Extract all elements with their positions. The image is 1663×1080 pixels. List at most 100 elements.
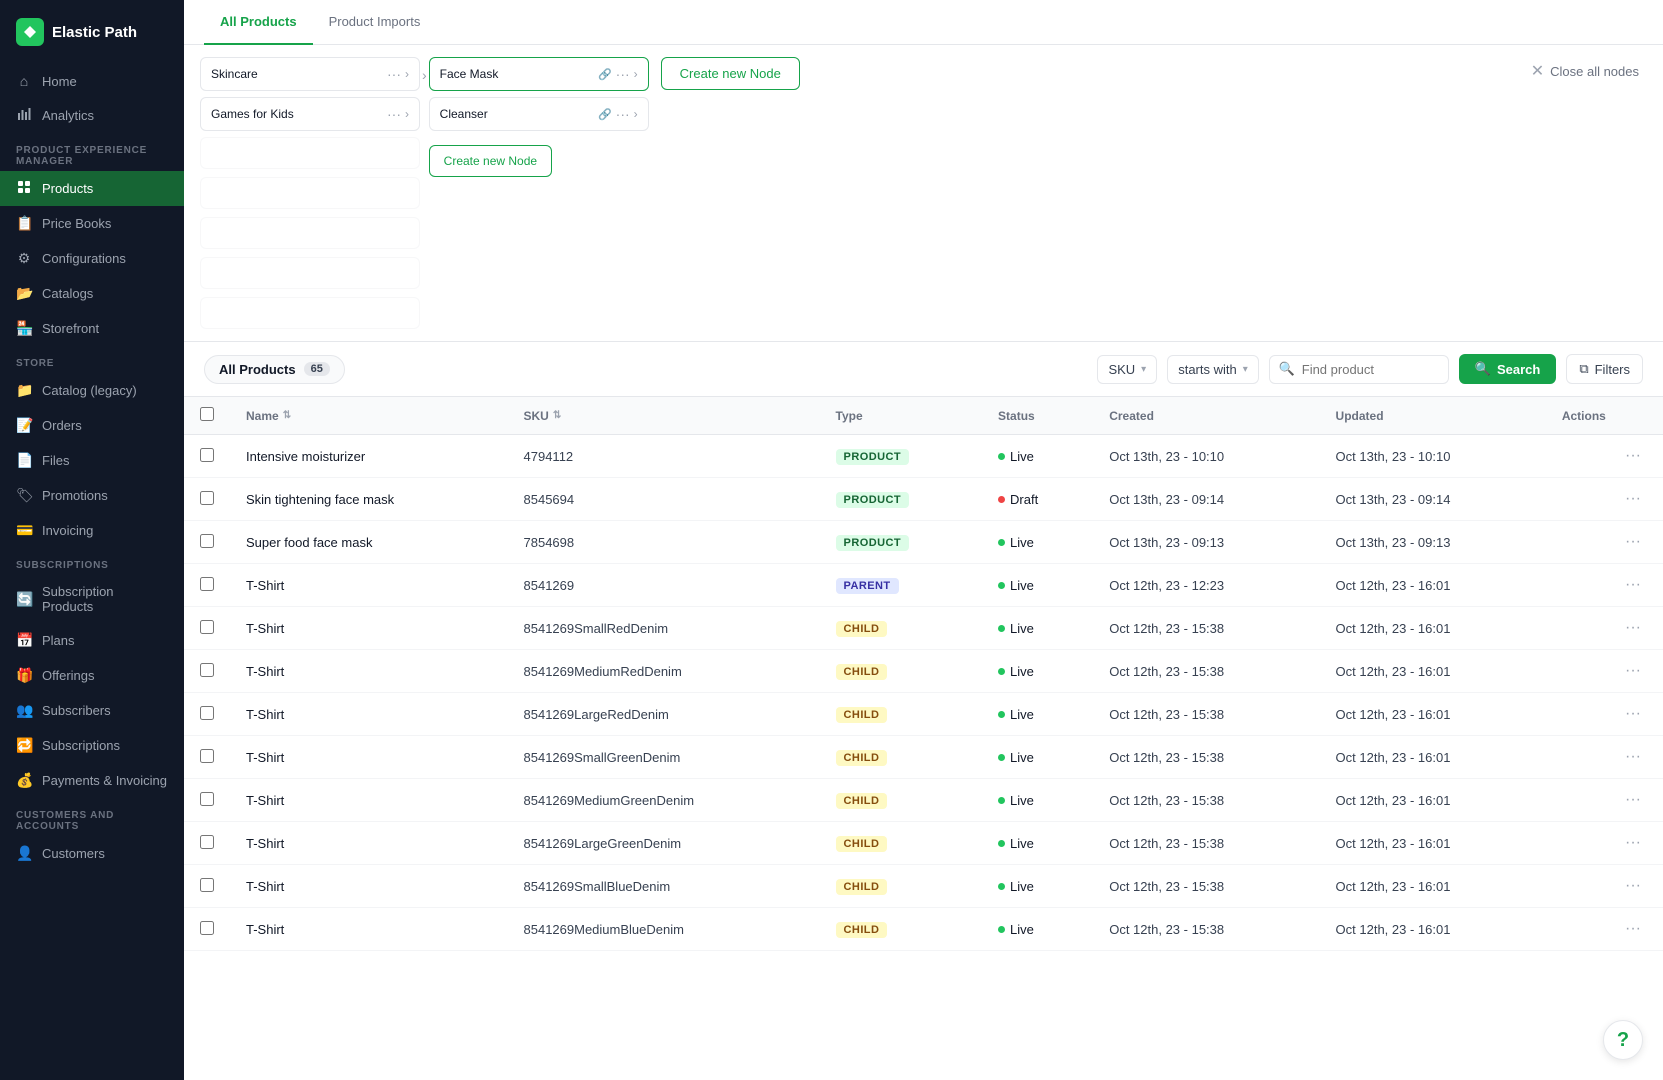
row-status-1: Draft <box>982 478 1093 521</box>
row-checkbox-9[interactable] <box>200 835 214 849</box>
sidebar-item-offerings[interactable]: 🎁 Offerings <box>0 658 184 693</box>
th-name-sort[interactable]: Name ⇅ <box>246 409 492 423</box>
sidebar-item-catalog-legacy[interactable]: 📁 Catalog (legacy) <box>0 373 184 408</box>
row-status-dot-10 <box>998 883 1005 890</box>
row-menu-btn-4[interactable]: ··· <box>1619 617 1647 639</box>
th-status-label: Status <box>998 409 1035 423</box>
row-menu-btn-1[interactable]: ··· <box>1619 488 1647 510</box>
sku-select[interactable]: SKU ▾ <box>1097 355 1157 384</box>
close-nodes-label: Close all nodes <box>1550 64 1639 79</box>
row-menu-btn-10[interactable]: ··· <box>1619 875 1647 897</box>
create-node-btn-col2[interactable]: Create new Node <box>429 145 552 177</box>
subscriptions-icon: 🔁 <box>16 737 32 754</box>
price-books-icon: 📋 <box>16 215 32 232</box>
row-menu-btn-2[interactable]: ··· <box>1619 531 1647 553</box>
sidebar-item-files-label: Files <box>42 453 69 468</box>
skincare-dots[interactable]: ··· <box>387 66 401 82</box>
row-type-badge-2: PRODUCT <box>836 535 909 551</box>
hierarchy-node-skincare[interactable]: Skincare ··· › <box>200 57 420 91</box>
row-type-1: PRODUCT <box>820 478 982 521</box>
row-checkbox-11[interactable] <box>200 921 214 935</box>
hierarchy-node-games[interactable]: Games for Kids ··· › <box>200 97 420 131</box>
row-menu-btn-6[interactable]: ··· <box>1619 703 1647 725</box>
row-checkbox-cell <box>184 865 230 908</box>
create-node-btn-col3[interactable]: Create new Node <box>661 57 800 90</box>
sidebar-item-invoicing-label: Invoicing <box>42 523 93 538</box>
sku-chevron-icon: ▾ <box>1141 364 1146 375</box>
close-all-nodes-btn[interactable]: ✕ Close all nodes <box>1523 57 1647 85</box>
row-type-4: CHILD <box>820 607 982 650</box>
row-checkbox-3[interactable] <box>200 577 214 591</box>
sidebar-item-orders[interactable]: 📝 Orders <box>0 408 184 443</box>
row-updated-4: Oct 12th, 23 - 16:01 <box>1320 607 1546 650</box>
sidebar-item-products[interactable]: Products <box>0 171 184 206</box>
sidebar-item-products-label: Products <box>42 181 93 196</box>
nav-customers: 👤 Customers <box>0 836 184 871</box>
tab-product-imports[interactable]: Product Imports <box>313 0 437 45</box>
sidebar-item-catalogs[interactable]: 📂 Catalogs <box>0 276 184 311</box>
row-menu-btn-3[interactable]: ··· <box>1619 574 1647 596</box>
row-updated-11: Oct 12th, 23 - 16:01 <box>1320 908 1546 951</box>
row-checkbox-0[interactable] <box>200 448 214 462</box>
row-status-10: Live <box>982 865 1093 908</box>
sidebar-item-subscription-products[interactable]: 🔄 Subscription Products <box>0 575 184 623</box>
th-sku-sort[interactable]: SKU ⇅ <box>524 409 804 423</box>
hierarchy-node-cleanser[interactable]: Cleanser 🔗 ··· › <box>429 97 649 131</box>
row-menu-btn-0[interactable]: ··· <box>1619 445 1647 467</box>
row-checkbox-10[interactable] <box>200 878 214 892</box>
sidebar-item-promotions[interactable]: 🏷 Promotions <box>0 478 184 513</box>
find-product-input[interactable] <box>1269 355 1449 384</box>
row-actions-0: ··· <box>1546 435 1663 478</box>
row-type-badge-9: CHILD <box>836 836 888 852</box>
row-menu-btn-9[interactable]: ··· <box>1619 832 1647 854</box>
nav-top: ⌂ Home Analytics <box>0 64 184 133</box>
row-checkbox-5[interactable] <box>200 663 214 677</box>
sidebar-item-configurations[interactable]: ⚙ Configurations <box>0 241 184 276</box>
select-all-checkbox[interactable] <box>200 407 214 421</box>
row-checkbox-6[interactable] <box>200 706 214 720</box>
sidebar-item-invoicing[interactable]: 💳 Invoicing <box>0 513 184 548</box>
row-menu-btn-7[interactable]: ··· <box>1619 746 1647 768</box>
row-created-9: Oct 12th, 23 - 15:38 <box>1093 822 1319 865</box>
sidebar-item-home[interactable]: ⌂ Home <box>0 64 184 98</box>
row-checkbox-8[interactable] <box>200 792 214 806</box>
nav-pem: Products 📋 Price Books ⚙ Configurations … <box>0 171 184 346</box>
row-type-badge-4: CHILD <box>836 621 888 637</box>
hierarchy-node-face-mask[interactable]: Face Mask 🔗 ··· › <box>429 57 649 91</box>
sidebar-item-subscribers-label: Subscribers <box>42 703 111 718</box>
sidebar-item-customers[interactable]: 👤 Customers <box>0 836 184 871</box>
row-checkbox-7[interactable] <box>200 749 214 763</box>
sidebar-item-subscribers[interactable]: 👥 Subscribers <box>0 693 184 728</box>
sidebar-item-storefront[interactable]: 🏪 Storefront <box>0 311 184 346</box>
sidebar-item-files[interactable]: 📄 Files <box>0 443 184 478</box>
row-type-5: CHILD <box>820 650 982 693</box>
games-dots[interactable]: ··· <box>387 106 401 122</box>
help-button[interactable]: ? <box>1603 1020 1643 1060</box>
home-icon: ⌂ <box>16 73 32 89</box>
sidebar-item-price-books[interactable]: 📋 Price Books <box>0 206 184 241</box>
row-menu-btn-8[interactable]: ··· <box>1619 789 1647 811</box>
sidebar-item-customers-label: Customers <box>42 846 105 861</box>
sidebar-item-subscriptions[interactable]: 🔁 Subscriptions <box>0 728 184 763</box>
starts-with-select[interactable]: starts with ▾ <box>1167 355 1259 384</box>
section-customers: Customers and Accounts <box>0 798 184 836</box>
row-checkbox-2[interactable] <box>200 534 214 548</box>
find-product-search-icon: 🔍 <box>1279 361 1295 377</box>
cleanser-chevron: › <box>634 107 638 121</box>
sidebar-item-analytics[interactable]: Analytics <box>0 98 184 133</box>
sidebar-item-plans[interactable]: 📅 Plans <box>0 623 184 658</box>
row-status-label-0: Live <box>1010 449 1034 464</box>
face-mask-dots[interactable]: ··· <box>616 66 630 82</box>
row-checkbox-1[interactable] <box>200 491 214 505</box>
cleanser-dots[interactable]: ··· <box>616 106 630 122</box>
search-button[interactable]: 🔍 Search <box>1459 354 1557 384</box>
filters-button[interactable]: ⧉ Filters <box>1566 354 1643 384</box>
sidebar-item-payments-invoicing[interactable]: 💰 Payments & Invoicing <box>0 763 184 798</box>
row-checkbox-4[interactable] <box>200 620 214 634</box>
row-menu-btn-5[interactable]: ··· <box>1619 660 1647 682</box>
row-checkbox-cell <box>184 908 230 951</box>
all-products-tab[interactable]: All Products 65 <box>204 355 345 384</box>
tab-all-products[interactable]: All Products <box>204 0 313 45</box>
row-menu-btn-11[interactable]: ··· <box>1619 918 1647 940</box>
row-updated-9: Oct 12th, 23 - 16:01 <box>1320 822 1546 865</box>
